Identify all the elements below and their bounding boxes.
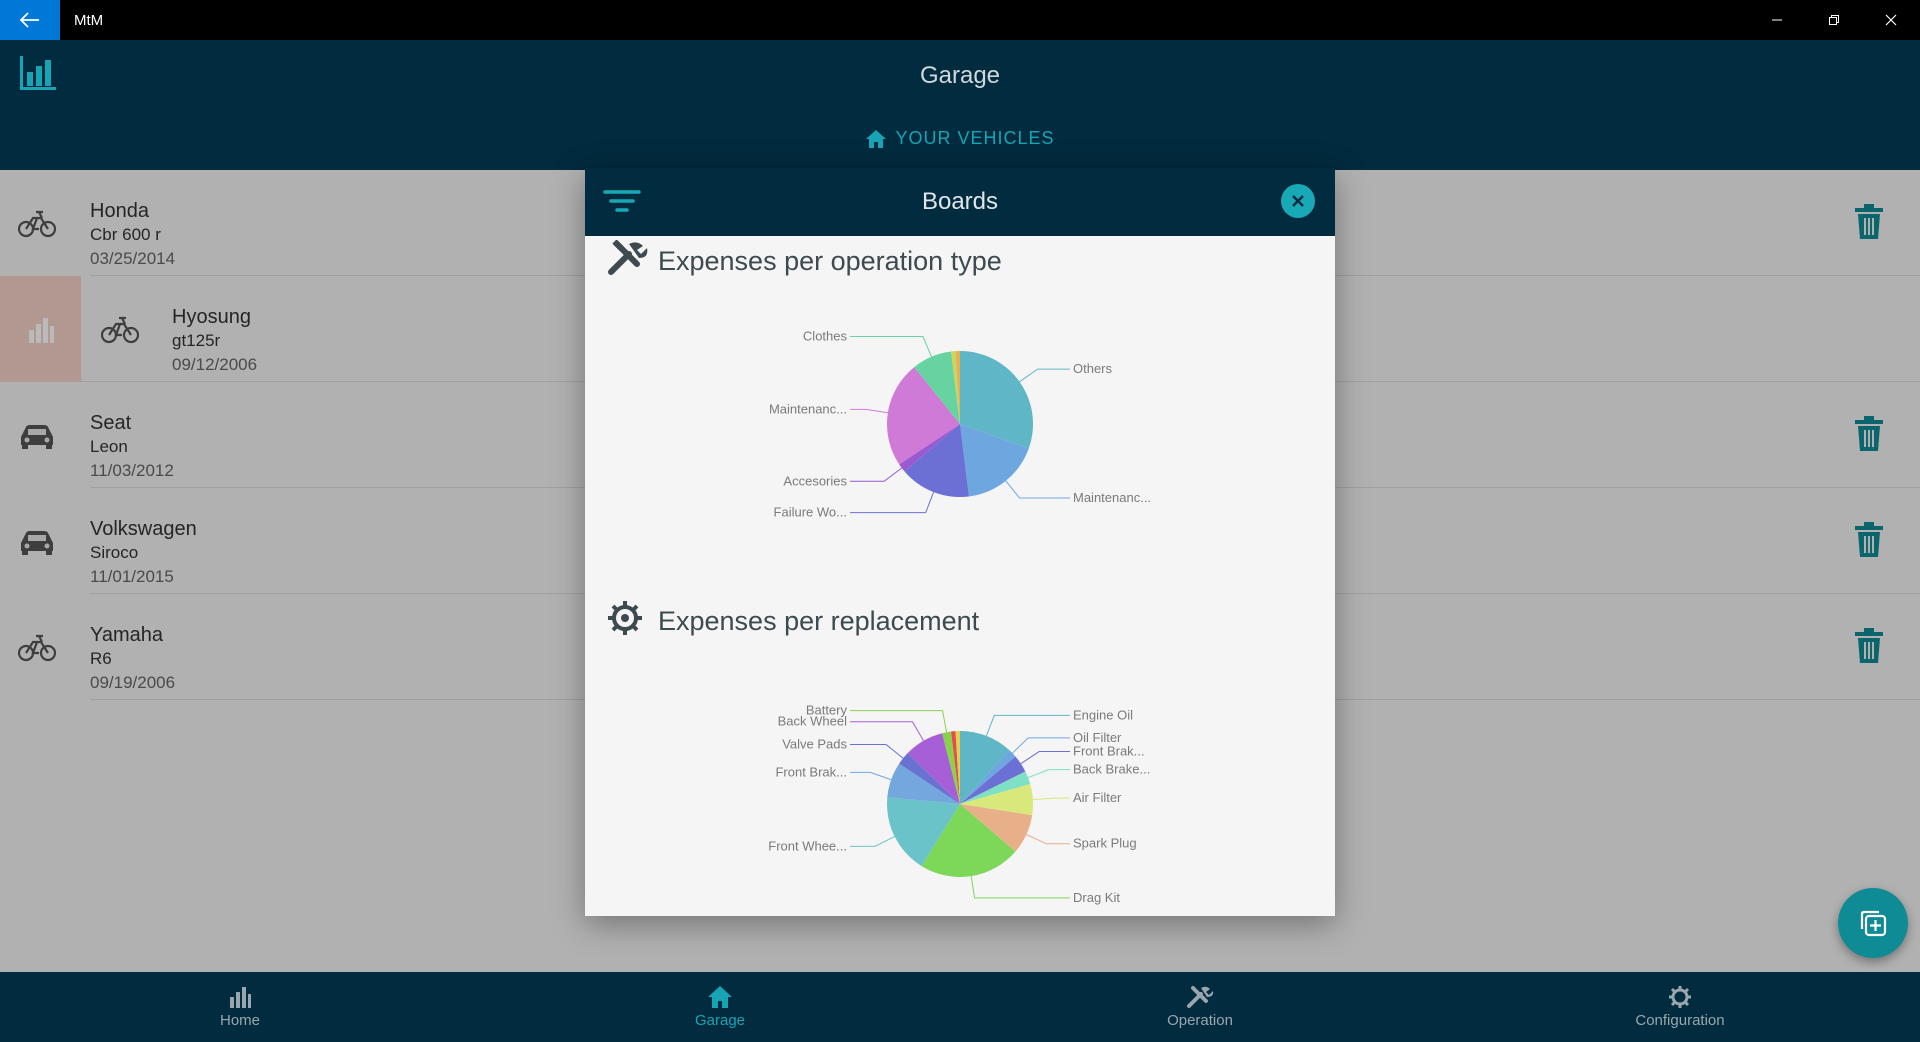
minimize-icon xyxy=(1771,19,1782,21)
nav-label: Home xyxy=(219,1012,260,1029)
dialog-header: Boards xyxy=(585,168,1335,236)
pie-label: Accesories xyxy=(783,473,847,488)
close-icon xyxy=(1292,195,1304,207)
pie-label: Engine Oil xyxy=(1073,707,1133,722)
boards-dialog: Boards Expenses per operation type Expen… xyxy=(585,168,1335,916)
nav-garage[interactable]: Garage xyxy=(480,972,960,1042)
tools-icon xyxy=(607,239,649,281)
pie-label: Clothes xyxy=(803,329,848,344)
restore-icon xyxy=(1828,15,1839,25)
pie-leader-line xyxy=(850,408,888,414)
pie-label: Maintenanc... xyxy=(769,401,847,416)
pie-label: Valve Pads xyxy=(782,736,847,751)
close-dialog-button[interactable] xyxy=(1281,184,1315,218)
gear-icon xyxy=(607,600,643,641)
pie-leader-line xyxy=(850,721,924,742)
restore-button[interactable] xyxy=(1805,0,1862,40)
pie-leader-line xyxy=(850,743,904,759)
page-title: Garage xyxy=(919,62,1001,89)
back-button[interactable] xyxy=(0,0,60,40)
pie-label: Spark Plug xyxy=(1073,836,1137,851)
pie-leader-line xyxy=(1020,751,1070,765)
pie-leader-line xyxy=(1032,797,1070,801)
pie-label: Air Filter xyxy=(1073,790,1122,805)
section-title-operation-type: Expenses per operation type xyxy=(658,246,1002,276)
pie-leader-line xyxy=(850,836,895,847)
nav-home[interactable]: Home xyxy=(0,972,480,1042)
close-icon xyxy=(1885,14,1896,26)
pie-label: Front Brak... xyxy=(1073,744,1145,759)
section-title-replacement: Expenses per replacement xyxy=(658,606,980,636)
close-window-button[interactable] xyxy=(1862,0,1919,40)
pie-leader-line xyxy=(850,336,933,357)
add-copy-icon xyxy=(1860,910,1887,937)
gear-icon xyxy=(1669,986,1691,1008)
dialog-title: Boards xyxy=(921,188,999,215)
window-titlebar: MtM xyxy=(0,0,1920,40)
pie-leader-line xyxy=(850,467,903,482)
back-arrow-icon xyxy=(20,12,39,28)
pie-label: Others xyxy=(1073,361,1113,376)
pie-chart-operation-type: Others Maintenanc... Failure Wo... Accesori… xyxy=(769,329,1151,520)
app-title: MtM xyxy=(74,12,104,29)
pie-label: Front Brak... xyxy=(775,764,847,779)
app-header: Garage YOUR VEHICLES xyxy=(0,40,1920,170)
section-subtitle: YOUR VEHICLES xyxy=(895,128,1055,148)
pie-label: Battery xyxy=(806,703,848,718)
pie-leader-line xyxy=(985,714,1070,737)
nav-label: Operation xyxy=(1167,1012,1233,1029)
house-icon xyxy=(708,986,732,1008)
minimize-button[interactable] xyxy=(1748,0,1805,40)
nav-configuration[interactable]: Configuration xyxy=(1440,972,1920,1042)
nav-label: Configuration xyxy=(1635,1012,1725,1029)
house-icon xyxy=(866,129,887,148)
add-vehicle-button[interactable] xyxy=(1838,888,1908,958)
pie-leader-line xyxy=(850,771,892,781)
pie-leader-line xyxy=(1027,769,1070,779)
pie-leader-line xyxy=(1012,737,1070,754)
pie-leader-line xyxy=(1026,834,1070,845)
bar-chart-icon xyxy=(230,987,251,1008)
nav-operation[interactable]: Operation xyxy=(960,972,1440,1042)
pie-leader-line xyxy=(1005,480,1070,499)
pie-label: Failure Wo... xyxy=(774,505,847,520)
pie-leader-line xyxy=(970,876,1070,899)
pie-label: Back Brake... xyxy=(1073,762,1150,777)
section-tab-your-vehicles[interactable]: YOUR VEHICLES xyxy=(0,128,1920,149)
nav-label: Garage xyxy=(694,1012,746,1029)
pie-label: Maintenanc... xyxy=(1073,490,1151,505)
pie-leader-line xyxy=(850,491,935,514)
pie-label: Front Whee... xyxy=(768,838,847,853)
pie-label: Drag Kit xyxy=(1073,890,1120,905)
pie-leader-line xyxy=(1019,368,1070,383)
bottom-navigation: Home Garage Operation Configuration xyxy=(0,972,1920,1042)
tools-icon xyxy=(1187,986,1214,1008)
pie-chart-replacement: Engine OilOil FilterFront Brak...Back Br… xyxy=(768,703,1150,905)
